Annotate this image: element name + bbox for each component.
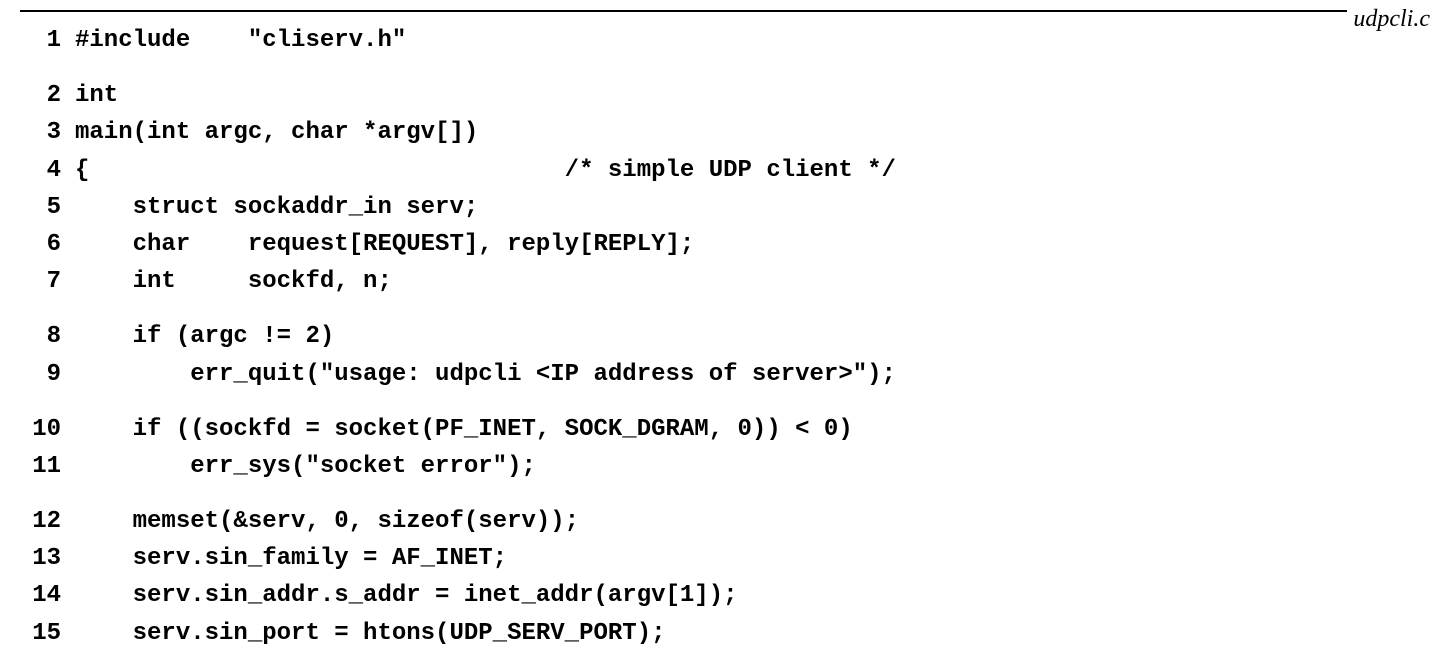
code-text: main(int argc, char *argv[]) [75,114,478,151]
code-line: 12 memset(&serv, 0, sizeof(serv)); [20,503,1430,540]
blank-line [20,485,1430,503]
code-line: 14 serv.sin_addr.s_addr = inet_addr(argv… [20,577,1430,614]
code-text: struct sockaddr_in serv; [75,189,478,226]
line-number: 2 [20,77,75,114]
code-text: serv.sin_port = htons(UDP_SERV_PORT); [75,615,666,652]
code-line: 15 serv.sin_port = htons(UDP_SERV_PORT); [20,615,1430,652]
blank-line [20,393,1430,411]
code-line: 2int [20,77,1430,114]
code-line: 6 char request[REQUEST], reply[REPLY]; [20,226,1430,263]
line-number: 15 [20,615,75,652]
line-number: 13 [20,540,75,577]
code-line: 13 serv.sin_family = AF_INET; [20,540,1430,577]
code-line: 8 if (argc != 2) [20,318,1430,355]
code-line: 10 if ((sockfd = socket(PF_INET, SOCK_DG… [20,411,1430,448]
code-text: if ((sockfd = socket(PF_INET, SOCK_DGRAM… [75,411,853,448]
code-text: err_quit("usage: udpcli <IP address of s… [75,356,896,393]
code-text: #include "cliserv.h" [75,22,406,59]
line-number: 12 [20,503,75,540]
line-number: 6 [20,226,75,263]
code-line: 1#include "cliserv.h" [20,22,1430,59]
line-number: 3 [20,114,75,151]
code-text: { /* simple UDP client */ [75,152,896,189]
code-text: memset(&serv, 0, sizeof(serv)); [75,503,579,540]
code-text: int sockfd, n; [75,263,392,300]
code-line: 4{ /* simple UDP client */ [20,152,1430,189]
code-line: 11 err_sys("socket error"); [20,448,1430,485]
line-number: 9 [20,356,75,393]
code-text: if (argc != 2) [75,318,334,355]
line-number: 11 [20,448,75,485]
code-text: serv.sin_addr.s_addr = inet_addr(argv[1]… [75,577,738,614]
line-number: 4 [20,152,75,189]
line-number: 5 [20,189,75,226]
line-number: 14 [20,577,75,614]
code-text: serv.sin_family = AF_INET; [75,540,507,577]
code-line: 3main(int argc, char *argv[]) [20,114,1430,151]
code-listing: 1#include "cliserv.h"2int3main(int argc,… [20,12,1430,652]
code-text: int [75,77,118,114]
line-number: 10 [20,411,75,448]
line-number: 8 [20,318,75,355]
code-line: 7 int sockfd, n; [20,263,1430,300]
code-text: err_sys("socket error"); [75,448,536,485]
line-number: 1 [20,22,75,59]
line-number: 7 [20,263,75,300]
blank-line [20,59,1430,77]
blank-line [20,300,1430,318]
source-filename: udpcli.c [1347,6,1430,33]
code-line: 9 err_quit("usage: udpcli <IP address of… [20,356,1430,393]
code-line: 5 struct sockaddr_in serv; [20,189,1430,226]
code-text: char request[REQUEST], reply[REPLY]; [75,226,694,263]
